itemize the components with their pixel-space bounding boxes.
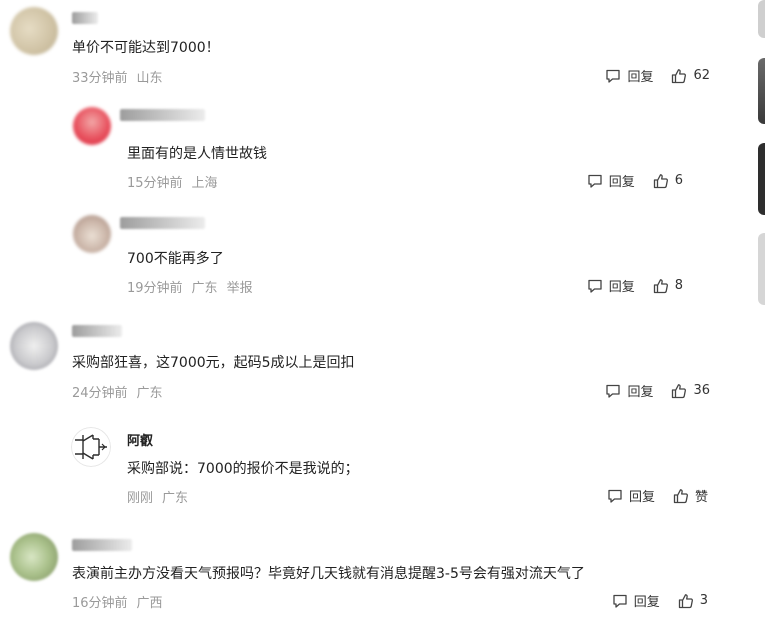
- comment-item: 采购部狂喜，这7000元，起码5成以上是回扣 24分钟前 广东 回复 36: [0, 310, 740, 415]
- comment-text: 里面有的是人情世故钱: [127, 146, 267, 162]
- comment-text: 700不能再多了: [127, 251, 224, 267]
- comment-time: 15分钟前: [127, 176, 183, 191]
- side-thumbnail[interactable]: [758, 0, 765, 38]
- reply-button[interactable]: 回复: [587, 171, 635, 190]
- like-button[interactable]: 62: [671, 68, 710, 84]
- avatar[interactable]: [73, 107, 111, 145]
- comment-time: 16分钟前: [72, 596, 128, 611]
- reply-button[interactable]: 回复: [587, 276, 635, 295]
- comment-meta: 16分钟前 广西: [72, 592, 172, 611]
- comment-location: 广西: [136, 596, 163, 611]
- like-count: 8: [674, 278, 683, 293]
- comment-bubble-icon: [606, 384, 621, 398]
- comment-bubble-icon: [588, 279, 602, 293]
- comment-actions: 回复 36: [605, 381, 710, 400]
- avatar[interactable]: [10, 7, 58, 55]
- reply-button[interactable]: 回复: [612, 591, 660, 610]
- avatar[interactable]: [73, 215, 111, 253]
- like-button[interactable]: 6: [653, 173, 683, 189]
- username[interactable]: 阿叡: [127, 430, 153, 449]
- comment-bubble-icon: [606, 69, 621, 83]
- avatar[interactable]: [10, 533, 58, 581]
- reply-label: 回复: [608, 175, 635, 190]
- like-button[interactable]: 3: [678, 593, 708, 609]
- thumbs-up-icon: [672, 383, 687, 398]
- like-count: 6: [674, 173, 683, 188]
- comment-text: 表演前主办方没看天气预报吗？毕竟好几天钱就有消息提醒3-5号会有强对流天气了: [72, 566, 585, 582]
- comment-time: 19分钟前: [127, 281, 183, 296]
- thumbs-up-icon: [672, 68, 687, 83]
- comment-location: 广东: [136, 386, 163, 401]
- username-blurred[interactable]: [72, 325, 122, 337]
- reply-item: 700不能再多了 19分钟前 广东 举报 回复 8: [0, 205, 740, 310]
- comment-item: 单价不可能达到7000！ 33分钟前 山东 回复 62: [0, 0, 740, 100]
- like-button[interactable]: 36: [671, 383, 710, 399]
- reply-button[interactable]: 回复: [607, 486, 655, 505]
- comment-actions: 回复 8: [587, 276, 683, 295]
- comment-meta: 33分钟前 山东: [72, 67, 172, 86]
- reply-label: 回复: [608, 280, 635, 295]
- thumbs-up-icon: [678, 593, 693, 608]
- thumbs-up-icon: [653, 173, 668, 188]
- comment-actions: 回复 62: [605, 66, 710, 85]
- comment-text: 采购部说：7000的报价不是我说的；: [127, 461, 359, 477]
- reply-label: 回复: [627, 385, 654, 400]
- like-button[interactable]: 赞: [673, 486, 708, 505]
- comment-bubble-icon: [613, 594, 627, 608]
- comment-text: 采购部狂喜，这7000元，起码5成以上是回扣: [72, 355, 355, 371]
- comment-meta: 15分钟前 上海: [127, 172, 227, 191]
- like-count: 36: [693, 383, 710, 398]
- username-blurred[interactable]: [120, 109, 205, 121]
- comment-location: 广东: [191, 281, 218, 296]
- reply-label: 回复: [627, 70, 654, 85]
- comment-text: 单价不可能达到7000！: [72, 40, 220, 56]
- comment-bubble-icon: [608, 489, 622, 503]
- comment-location: 上海: [191, 176, 218, 191]
- comment-item: 表演前主办方没看天气预报吗？毕竟好几天钱就有消息提醒3-5号会有强对流天气了 1…: [0, 520, 740, 627]
- comment-time: 33分钟前: [72, 71, 128, 86]
- comment-bubble-icon: [588, 174, 602, 188]
- like-count: 62: [693, 68, 710, 83]
- comment-meta: 19分钟前 广东 举报: [127, 277, 262, 296]
- comment-time: 刚刚: [127, 491, 154, 506]
- avatar[interactable]: [10, 322, 58, 370]
- reply-button[interactable]: 回复: [605, 381, 653, 400]
- comment-actions: 回复 6: [587, 171, 683, 190]
- circuit-avatar-icon: [71, 427, 111, 467]
- like-button[interactable]: 8: [653, 278, 683, 294]
- avatar[interactable]: [71, 427, 111, 467]
- comment-actions: 回复 赞: [607, 486, 708, 505]
- reply-label: 回复: [628, 490, 655, 505]
- reply-label: 回复: [633, 595, 660, 610]
- reply-item: 里面有的是人情世故钱 15分钟前 上海 回复 6: [0, 100, 740, 205]
- side-thumbnail[interactable]: [758, 58, 765, 124]
- comment-time: 24分钟前: [72, 386, 128, 401]
- comment-location: 山东: [136, 71, 163, 86]
- like-count: 3: [699, 593, 708, 608]
- comment-location: 广东: [162, 491, 189, 506]
- report-link[interactable]: 举报: [227, 281, 253, 296]
- thumbs-up-icon: [673, 488, 688, 503]
- comment-actions: 回复 3: [612, 591, 708, 610]
- reply-item: 阿叡 采购部说：7000的报价不是我说的； 刚刚 广东 回复 赞: [0, 415, 740, 520]
- like-count: 赞: [694, 490, 708, 505]
- thumbs-up-icon: [653, 278, 668, 293]
- username-blurred[interactable]: [72, 12, 98, 24]
- comment-meta: 刚刚 广东: [127, 487, 197, 506]
- reply-button[interactable]: 回复: [605, 66, 653, 85]
- side-thumbnail[interactable]: [758, 233, 765, 305]
- username-blurred[interactable]: [72, 539, 132, 551]
- comment-meta: 24分钟前 广东: [72, 382, 172, 401]
- username-blurred[interactable]: [120, 217, 205, 229]
- side-thumbnail[interactable]: [758, 143, 765, 215]
